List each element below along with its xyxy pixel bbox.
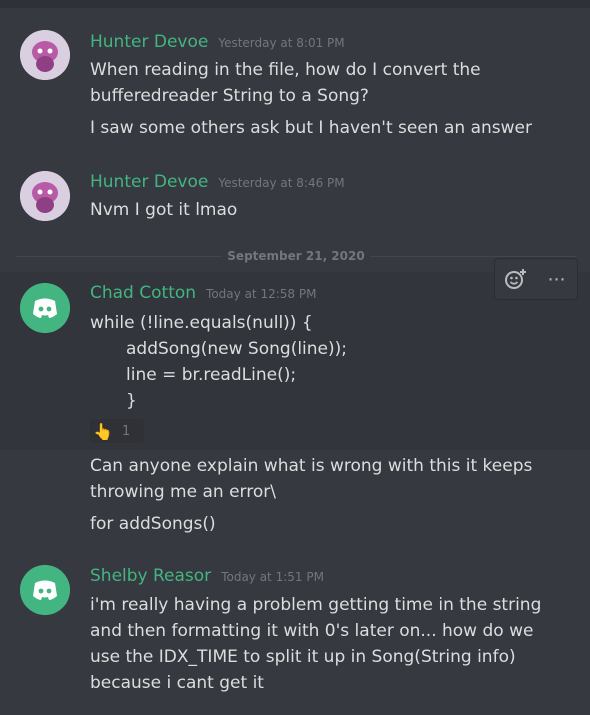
avatar[interactable] (20, 171, 70, 221)
avatar[interactable] (20, 565, 70, 615)
message-text: for addSongs() (90, 514, 216, 534)
timestamp[interactable]: Today at 12:58 PM (206, 287, 316, 301)
username[interactable]: Hunter Devoe (90, 172, 208, 192)
more-options-icon: ⋯ (547, 268, 566, 290)
message-actions-toolbar: ⋯ (494, 258, 578, 300)
message-text: bufferedreader String to a Song? (90, 86, 369, 106)
username[interactable]: Shelby Reasor (90, 566, 211, 586)
reaction-count: 1 (122, 423, 131, 439)
code-line: } (126, 391, 137, 411)
message-text: When reading in the file, how do I conve… (90, 60, 481, 80)
add-reaction-icon (504, 269, 526, 289)
timestamp[interactable]: Yesterday at 8:01 PM (218, 36, 344, 50)
username[interactable]: Hunter Devoe (90, 32, 208, 52)
character-avatar-icon (20, 30, 70, 80)
code-line: while (!line.equals(null)) { (90, 313, 313, 333)
character-avatar-icon (20, 171, 70, 221)
message-text: Nvm I got it lmao (90, 200, 238, 220)
code-line: addSong(new Song(line)); (126, 339, 347, 359)
top-bar (0, 0, 590, 8)
avatar[interactable] (20, 283, 70, 333)
message-header: Chad Cotton Today at 12:58 PM (90, 283, 316, 307)
discord-logo-icon (20, 283, 70, 333)
message-text: because i cant get it (90, 673, 264, 693)
message-text: I saw some others ask but I haven't seen… (90, 118, 532, 138)
message-text: and then formatting it with 0's later on… (90, 621, 534, 641)
message-text: use the IDX_TIME to split it up in Song(… (90, 647, 516, 667)
code-line: line = br.readLine(); (126, 365, 297, 385)
username[interactable]: Chad Cotton (90, 283, 196, 303)
message-header: Hunter Devoe Yesterday at 8:01 PM (90, 32, 345, 56)
timestamp[interactable]: Today at 1:51 PM (221, 570, 324, 584)
timestamp[interactable]: Yesterday at 8:46 PM (218, 176, 344, 190)
avatar[interactable] (20, 30, 70, 80)
date-label: September 21, 2020 (221, 247, 371, 265)
message-text: throwing me an error\ (90, 482, 276, 502)
message-text: i'm really having a problem getting time… (90, 595, 542, 615)
message-header: Shelby Reasor Today at 1:51 PM (90, 566, 324, 590)
pointing-up-emoji-icon: 👆 (93, 421, 113, 441)
more-options-button[interactable]: ⋯ (541, 263, 573, 295)
message-header: Hunter Devoe Yesterday at 8:46 PM (90, 172, 345, 196)
message-text: Can anyone explain what is wrong with th… (90, 456, 533, 476)
reaction-button[interactable]: 👆 1 (90, 419, 144, 443)
date-divider: September 21, 2020 (16, 247, 576, 265)
discord-logo-icon (20, 565, 70, 615)
add-reaction-button[interactable] (500, 263, 532, 295)
